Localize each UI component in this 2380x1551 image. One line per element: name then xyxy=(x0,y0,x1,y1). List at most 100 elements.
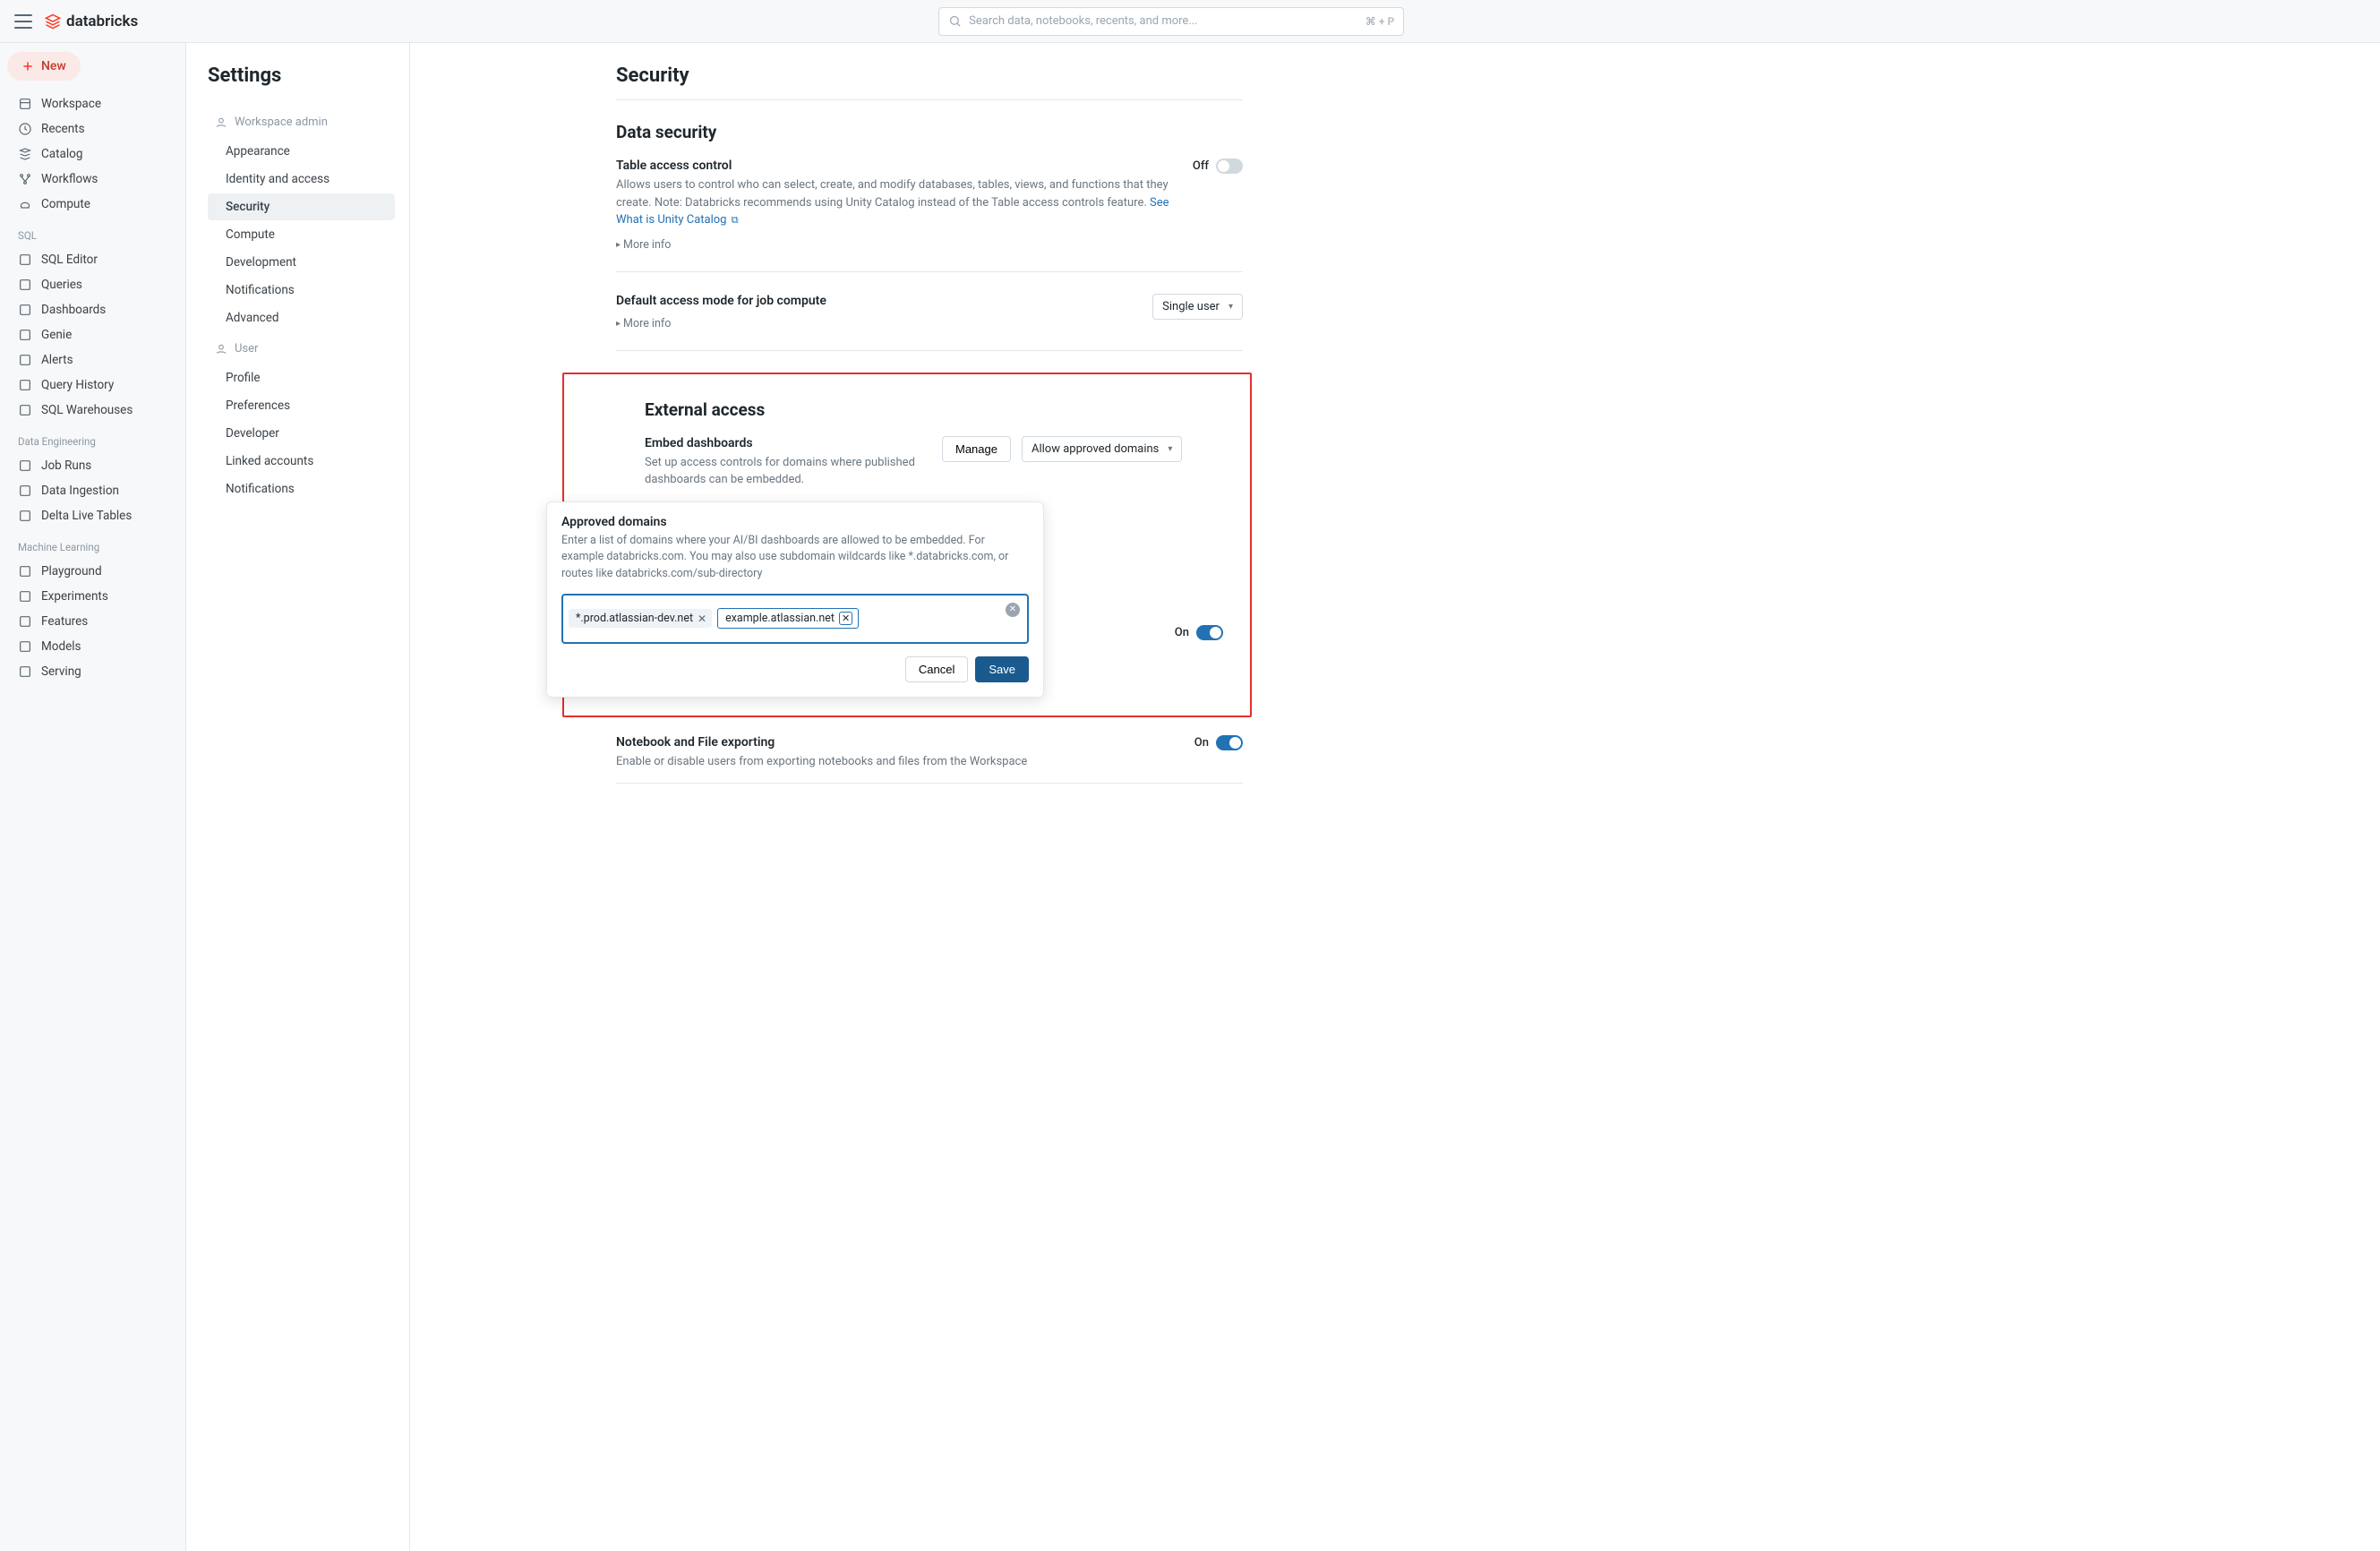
sidebar-item-serving[interactable]: Serving xyxy=(7,659,178,684)
remove-tag-icon[interactable]: ✕ xyxy=(698,613,706,625)
job-runs-icon xyxy=(18,458,32,473)
notebook-export-label: Notebook and File exporting xyxy=(616,735,1177,750)
sidebar-item-alerts[interactable]: Alerts xyxy=(7,347,178,373)
sql-editor-icon xyxy=(18,253,32,267)
databricks-logo-icon xyxy=(45,13,61,30)
features-icon xyxy=(18,614,32,629)
settings-title: Settings xyxy=(208,64,395,87)
new-button[interactable]: New xyxy=(7,52,81,81)
workflows-icon xyxy=(18,172,32,186)
tac-state-label: Off xyxy=(1193,159,1209,173)
brand-name: databricks xyxy=(66,13,138,30)
sidebar-item-compute[interactable]: Compute xyxy=(7,192,178,217)
sidebar-item-playground[interactable]: Playground xyxy=(7,559,178,584)
tac-desc: Allows users to control who can select, … xyxy=(616,176,1175,229)
external-toggle[interactable] xyxy=(1196,625,1223,640)
sidebar-item-queries[interactable]: Queries xyxy=(7,272,178,297)
external-access-heading: External access xyxy=(645,399,1223,420)
main-content: Security Data security Table access cont… xyxy=(410,43,2380,1551)
sidebar-item-experiments[interactable]: Experiments xyxy=(7,584,178,609)
chevron-down-icon: ▾ xyxy=(1229,302,1233,312)
external-on-label: On xyxy=(1175,626,1189,639)
approved-domains-popover: Approved domains Enter a list of domains… xyxy=(546,501,1044,698)
settings-item-profile[interactable]: Profile xyxy=(208,364,395,391)
default-mode-select[interactable]: Single user ▾ xyxy=(1152,294,1243,320)
settings-item-linked-accounts[interactable]: Linked accounts xyxy=(208,448,395,475)
external-link-icon: ⧉ xyxy=(732,214,739,226)
embed-label: Embed dashboards xyxy=(645,436,931,450)
page-title: Security xyxy=(616,64,1243,87)
clear-all-icon[interactable]: ✕ xyxy=(1006,603,1020,617)
settings-item-notifications[interactable]: Notifications xyxy=(208,277,395,304)
sidebar-item-job-runs[interactable]: Job Runs xyxy=(7,453,178,478)
genie-icon xyxy=(18,328,32,342)
save-button[interactable]: Save xyxy=(975,656,1029,682)
sidebar-item-catalog[interactable]: Catalog xyxy=(7,141,178,167)
remove-tag-icon[interactable]: ✕ xyxy=(839,612,852,625)
settings-item-preferences[interactable]: Preferences xyxy=(208,392,395,419)
recents-icon xyxy=(18,122,32,136)
settings-item-identity-and-access[interactable]: Identity and access xyxy=(208,166,395,193)
delta-live-tables-icon xyxy=(18,509,32,523)
settings-item-notifications[interactable]: Notifications xyxy=(208,476,395,502)
sidebar-item-workspace[interactable]: Workspace xyxy=(7,91,178,116)
data-security-heading: Data security xyxy=(616,122,1243,142)
search-icon xyxy=(948,14,962,28)
sidebar-item-models[interactable]: Models xyxy=(7,634,178,659)
search-shortcut: ⌘ + P xyxy=(1366,15,1394,28)
default-mode-more-info[interactable]: More info xyxy=(616,317,1134,330)
left-sidebar: New WorkspaceRecentsCatalogWorkflowsComp… xyxy=(0,43,186,1551)
settings-item-compute[interactable]: Compute xyxy=(208,221,395,248)
sidebar-item-sql-editor[interactable]: SQL Editor xyxy=(7,247,178,272)
settings-subnav: Settings Workspace admin AppearanceIdenti… xyxy=(186,43,410,1551)
tac-label: Table access control xyxy=(616,159,1175,173)
sidebar-item-workflows[interactable]: Workflows xyxy=(7,167,178,192)
hamburger-menu[interactable] xyxy=(14,14,32,29)
settings-group-workspace-admin: Workspace admin xyxy=(208,112,395,133)
sidebar-item-features[interactable]: Features xyxy=(7,609,178,634)
settings-item-security[interactable]: Security xyxy=(208,193,395,220)
group-icon xyxy=(215,343,227,356)
workspace-icon xyxy=(18,97,32,111)
manage-button[interactable]: Manage xyxy=(942,436,1011,462)
sidebar-item-query-history[interactable]: Query History xyxy=(7,373,178,398)
allow-domains-select[interactable]: Allow approved domains ▾ xyxy=(1022,436,1182,462)
sidebar-section-machine-learning: Machine Learning xyxy=(7,528,178,559)
embed-desc: Set up access controls for domains where… xyxy=(645,454,931,489)
brand-logo[interactable]: databricks xyxy=(45,13,138,30)
sidebar-item-dashboards[interactable]: Dashboards xyxy=(7,297,178,322)
sidebar-section-data-engineering: Data Engineering xyxy=(7,423,178,453)
plus-icon xyxy=(21,60,34,73)
sidebar-item-sql-warehouses[interactable]: SQL Warehouses xyxy=(7,398,178,423)
queries-icon xyxy=(18,278,32,292)
tac-toggle[interactable] xyxy=(1216,159,1243,174)
compute-icon xyxy=(18,197,32,211)
tac-more-info[interactable]: More info xyxy=(616,238,1175,252)
sidebar-item-recents[interactable]: Recents xyxy=(7,116,178,141)
group-icon xyxy=(215,116,227,129)
dashboards-icon xyxy=(18,303,32,317)
settings-item-appearance[interactable]: Appearance xyxy=(208,138,395,165)
settings-item-development[interactable]: Development xyxy=(208,249,395,276)
domain-tag[interactable]: *.prod.atlassian-dev.net ✕ xyxy=(569,609,712,628)
settings-item-developer[interactable]: Developer xyxy=(208,420,395,447)
new-button-label: New xyxy=(41,59,66,73)
playground-icon xyxy=(18,564,32,578)
sql-warehouses-icon xyxy=(18,403,32,417)
catalog-icon xyxy=(18,147,32,161)
default-mode-label: Default access mode for job compute xyxy=(616,294,1134,308)
settings-group-user: User xyxy=(208,338,395,359)
popover-title: Approved domains xyxy=(561,515,1029,529)
settings-item-advanced[interactable]: Advanced xyxy=(208,304,395,331)
global-search[interactable]: Search data, notebooks, recents, and mor… xyxy=(938,7,1404,36)
domain-tag-editing[interactable]: example.atlassian.net ✕ xyxy=(717,608,859,629)
sidebar-item-delta-live-tables[interactable]: Delta Live Tables xyxy=(7,503,178,528)
serving-icon xyxy=(18,664,32,679)
sidebar-item-data-ingestion[interactable]: Data Ingestion xyxy=(7,478,178,503)
sidebar-item-genie[interactable]: Genie xyxy=(7,322,178,347)
domains-input[interactable]: *.prod.atlassian-dev.net ✕ example.atlas… xyxy=(561,594,1029,644)
experiments-icon xyxy=(18,589,32,604)
highlight-box: External access Embed dashboards Set up … xyxy=(562,373,1252,717)
notebook-toggle[interactable] xyxy=(1216,735,1243,750)
cancel-button[interactable]: Cancel xyxy=(905,656,968,682)
